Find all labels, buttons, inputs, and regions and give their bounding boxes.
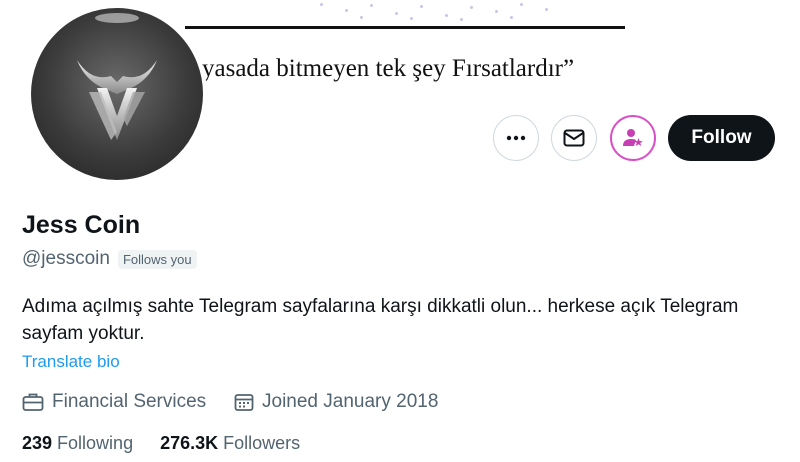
followers-link[interactable]: 276.3K Followers bbox=[160, 433, 300, 454]
avatar[interactable] bbox=[27, 4, 207, 184]
profile-bio: Adıma açılmış sahte Telegram sayfalarına… bbox=[22, 296, 739, 344]
handle-row: @jesscoin Follows you bbox=[22, 248, 197, 270]
banner-quote-text: yasada bitmeyen tek şey Fırsatlardır” bbox=[202, 55, 575, 82]
envelope-icon bbox=[563, 129, 585, 147]
joined-text: Joined January 2018 bbox=[262, 391, 439, 412]
more-dots-icon bbox=[506, 135, 526, 141]
follows-you-badge: Follows you bbox=[117, 249, 197, 269]
category-text: Financial Services bbox=[52, 391, 207, 412]
briefcase-icon bbox=[22, 393, 44, 411]
translate-bio-link[interactable]: Translate bio bbox=[22, 352, 120, 372]
follow-stats: 239 Following 276.3K Followers bbox=[22, 433, 327, 454]
subscribe-button[interactable] bbox=[610, 115, 656, 161]
banner-divider-line bbox=[185, 26, 625, 29]
following-label: Following bbox=[57, 433, 134, 453]
profile-category: Financial Services bbox=[22, 391, 206, 413]
follow-button[interactable]: Follow bbox=[668, 115, 775, 161]
banner-dot-pattern bbox=[300, 0, 580, 22]
followers-label: Followers bbox=[223, 433, 301, 453]
followers-count: 276.3K bbox=[160, 433, 219, 453]
display-name: Jess Coin bbox=[22, 211, 141, 239]
more-button[interactable] bbox=[493, 115, 539, 161]
calendar-icon bbox=[234, 394, 254, 411]
joined-date: Joined January 2018 bbox=[234, 391, 438, 413]
person-star-icon bbox=[623, 129, 643, 146]
message-button[interactable] bbox=[551, 115, 597, 161]
username-handle: @jesscoin bbox=[22, 248, 110, 269]
bull-logo-icon bbox=[77, 13, 157, 140]
following-count: 239 bbox=[22, 433, 53, 453]
following-link[interactable]: 239 Following bbox=[22, 433, 133, 454]
